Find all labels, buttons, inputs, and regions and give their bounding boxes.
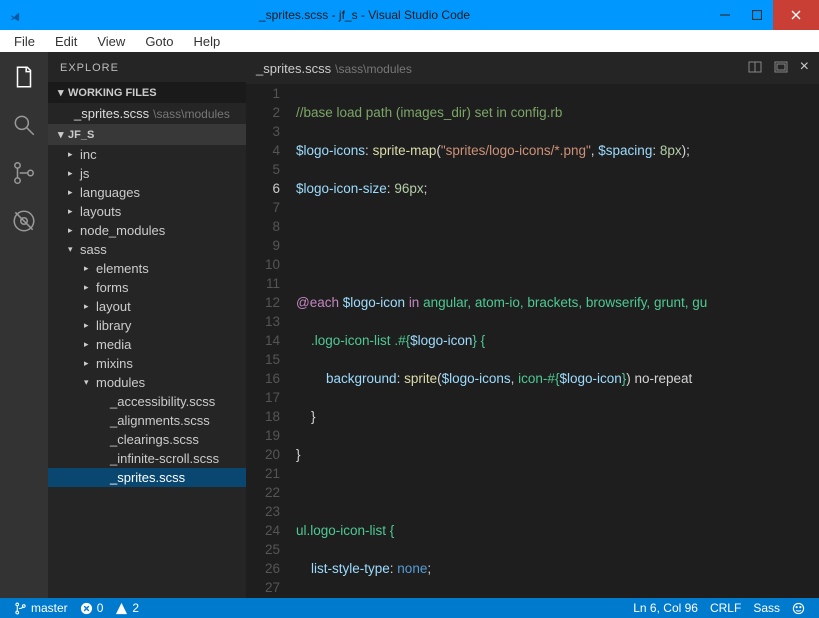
menu-bar: File Edit View Goto Help: [0, 30, 819, 52]
eol-indicator[interactable]: CRLF: [704, 601, 747, 615]
file-item[interactable]: _alignments.scss: [48, 411, 246, 430]
file-item[interactable]: _clearings.scss: [48, 430, 246, 449]
cursor-position[interactable]: Ln 6, Col 96: [627, 601, 704, 615]
close-tab-icon[interactable]: ×: [800, 60, 809, 77]
more-icon[interactable]: [774, 60, 788, 77]
project-header[interactable]: ▾JF_S: [48, 124, 246, 145]
folder-item[interactable]: ▸library: [48, 316, 246, 335]
folder-item[interactable]: ▸media: [48, 335, 246, 354]
menu-edit[interactable]: Edit: [45, 32, 87, 51]
split-editor-icon[interactable]: [748, 60, 762, 77]
menu-view[interactable]: View: [87, 32, 135, 51]
maximize-button[interactable]: [741, 0, 773, 30]
folder-item[interactable]: ▸forms: [48, 278, 246, 297]
folder-item[interactable]: ▸node_modules: [48, 221, 246, 240]
working-files-header[interactable]: ▾WORKING FILES: [48, 82, 246, 103]
search-icon[interactable]: [11, 112, 37, 138]
folder-item[interactable]: ▸languages: [48, 183, 246, 202]
editor-tab-bar: _sprites.scss\sass\modules ×: [246, 52, 819, 84]
file-item[interactable]: _infinite-scroll.scss: [48, 449, 246, 468]
file-item[interactable]: _sprites.scss: [48, 468, 246, 487]
close-button[interactable]: [773, 0, 819, 30]
folder-item[interactable]: ▸inc: [48, 145, 246, 164]
activity-bar: [0, 52, 48, 598]
folder-item[interactable]: ▸elements: [48, 259, 246, 278]
feedback-icon[interactable]: [786, 602, 811, 615]
folder-item[interactable]: ▸js: [48, 164, 246, 183]
sidebar-title: EXPLORE: [48, 52, 246, 82]
folder-item[interactable]: ▸layouts: [48, 202, 246, 221]
file-item[interactable]: _accessibility.scss: [48, 392, 246, 411]
language-mode[interactable]: Sass: [747, 601, 786, 615]
code-editor[interactable]: 1234567891011121314151617181920212223242…: [246, 84, 819, 598]
folder-item[interactable]: ▾modules: [48, 373, 246, 392]
code-content[interactable]: //base load path (images_dir) set in con…: [296, 84, 819, 598]
folder-item[interactable]: ▸layout: [48, 297, 246, 316]
working-file-item[interactable]: _sprites.scss\sass\modules: [48, 103, 246, 124]
minimize-button[interactable]: [709, 0, 741, 30]
menu-goto[interactable]: Goto: [135, 32, 183, 51]
window-title: _sprites.scss - jf_s - Visual Studio Cod…: [20, 8, 709, 22]
folder-item[interactable]: ▸mixins: [48, 354, 246, 373]
warning-count[interactable]: 2: [109, 601, 145, 615]
debug-icon[interactable]: [11, 208, 37, 234]
status-bar: master 0 2 Ln 6, Col 96 CRLF Sass: [0, 598, 819, 618]
git-branch[interactable]: master: [8, 601, 74, 615]
explorer-sidebar: EXPLORE ▾WORKING FILES _sprites.scss\sas…: [48, 52, 246, 598]
editor-tab[interactable]: _sprites.scss\sass\modules: [256, 61, 412, 76]
file-tree: ▸inc▸js▸languages▸layouts▸node_modules▾s…: [48, 145, 246, 598]
vscode-logo-icon: [10, 10, 20, 20]
title-bar: _sprites.scss - jf_s - Visual Studio Cod…: [0, 0, 819, 30]
menu-help[interactable]: Help: [184, 32, 231, 51]
source-control-icon[interactable]: [11, 160, 37, 186]
explorer-icon[interactable]: [11, 64, 37, 90]
line-gutter: 1234567891011121314151617181920212223242…: [246, 84, 296, 598]
editor-area: _sprites.scss\sass\modules × 12345678910…: [246, 52, 819, 598]
menu-file[interactable]: File: [4, 32, 45, 51]
folder-item[interactable]: ▾sass: [48, 240, 246, 259]
error-count[interactable]: 0: [74, 601, 110, 615]
